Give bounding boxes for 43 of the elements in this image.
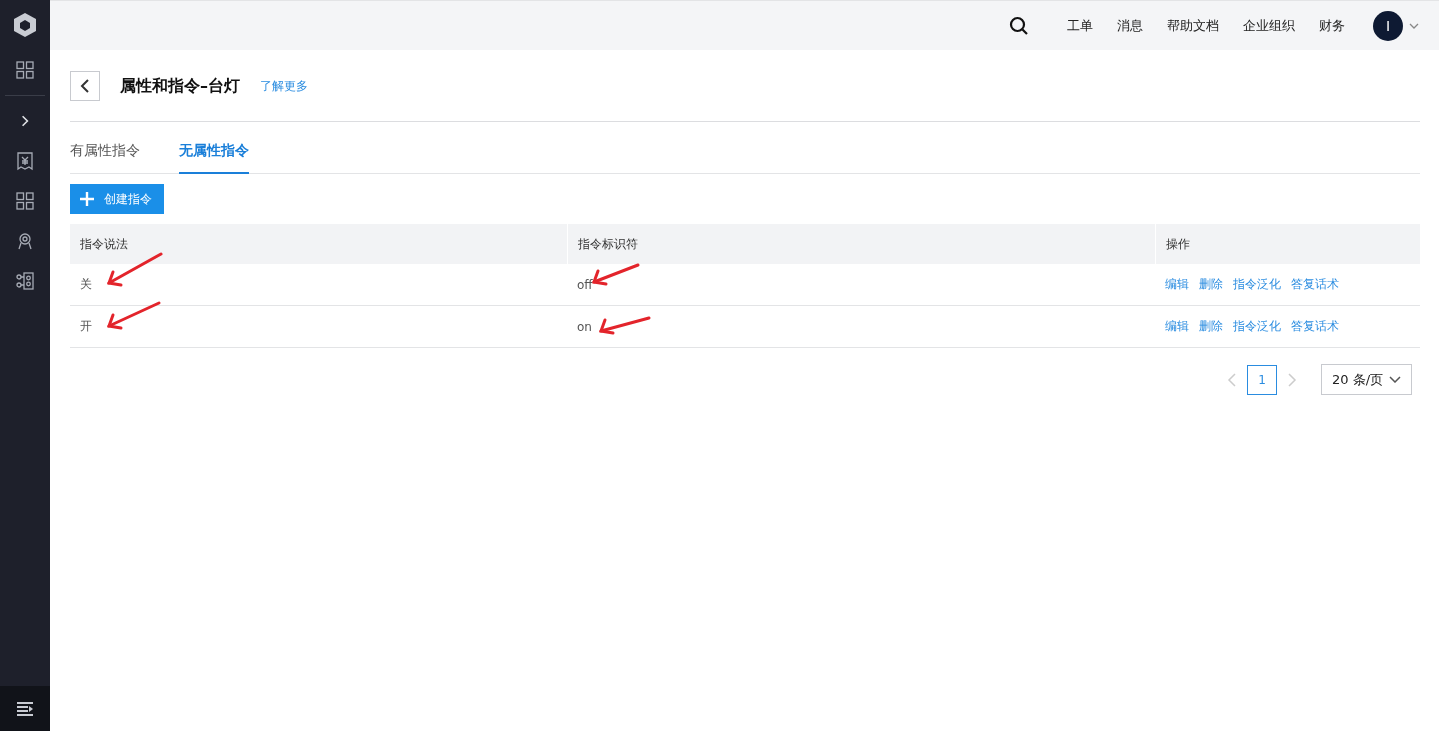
action-link[interactable]: 答复话术 <box>1291 318 1339 335</box>
plus-icon <box>80 192 94 206</box>
logo-icon[interactable] <box>13 12 37 38</box>
annotation-arrow <box>597 316 651 335</box>
top-menu-item[interactable]: 企业组织 <box>1243 16 1295 35</box>
table-cell: 开 <box>70 305 567 348</box>
top-menu-item[interactable]: 工单 <box>1067 16 1093 35</box>
learn-more-link[interactable]: 了解更多 <box>260 77 308 95</box>
page-title: 属性和指令–台灯 <box>120 75 240 97</box>
column-header: 指令说法 <box>70 224 567 264</box>
action-link[interactable]: 删除 <box>1199 318 1223 335</box>
search-icon[interactable] <box>1009 15 1029 36</box>
tab[interactable]: 有属性指令 <box>70 142 140 174</box>
table-cell: off <box>567 264 1155 306</box>
action-link[interactable]: 指令泛化 <box>1233 276 1281 293</box>
user-avatar[interactable]: I <box>1373 10 1403 41</box>
chevron-down-icon <box>1389 376 1401 383</box>
table-cell: on <box>567 305 1155 348</box>
grid-icon[interactable] <box>15 60 35 80</box>
action-link[interactable]: 指令泛化 <box>1233 318 1281 335</box>
action-link[interactable]: 删除 <box>1199 276 1223 293</box>
chevron-down-icon[interactable] <box>1409 22 1419 29</box>
annotation-arrow <box>105 252 163 287</box>
grid-icon[interactable] <box>15 191 35 211</box>
page-size-select[interactable]: 20 条/页 <box>1321 364 1412 395</box>
column-header: 指令标识符 <box>567 224 1155 264</box>
top-menu-item[interactable]: 帮助文档 <box>1167 16 1219 35</box>
action-link[interactable]: 编辑 <box>1165 318 1189 335</box>
create-command-button[interactable]: 创建指令 <box>70 184 164 214</box>
tab[interactable]: 无属性指令 <box>179 142 249 174</box>
action-link[interactable]: 答复话术 <box>1291 276 1339 293</box>
network-icon[interactable] <box>15 271 35 291</box>
chevron-left-icon <box>80 79 90 93</box>
column-header: 操作 <box>1155 224 1420 264</box>
annotation-arrow <box>105 301 161 330</box>
table-cell: 关 <box>70 264 567 306</box>
top-menu-item[interactable]: 财务 <box>1319 16 1345 35</box>
top-menu-item[interactable]: 消息 <box>1117 16 1143 35</box>
action-link[interactable]: 编辑 <box>1165 276 1189 293</box>
back-button[interactable] <box>70 71 100 101</box>
badge-icon[interactable] <box>15 231 35 251</box>
receipt-icon[interactable] <box>15 151 35 171</box>
page-number[interactable]: 1 <box>1247 364 1277 395</box>
